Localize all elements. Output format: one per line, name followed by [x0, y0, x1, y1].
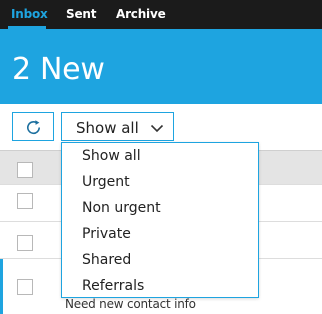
row-checkbox[interactable]: [17, 193, 33, 209]
tab-archive[interactable]: Archive: [116, 7, 166, 29]
filter-select[interactable]: Show all: [61, 112, 174, 141]
unread-indicator: [0, 259, 3, 314]
refresh-button[interactable]: [12, 112, 54, 141]
filter-selected-label: Show all: [76, 119, 139, 137]
row-checkbox[interactable]: [17, 235, 33, 251]
filter-dropdown-menu: Show all Urgent Non urgent Private Share…: [61, 142, 259, 298]
page-title: 2 New: [12, 52, 105, 87]
menu-item-referrals[interactable]: Referrals: [82, 278, 144, 302]
tab-sent[interactable]: Sent: [66, 7, 96, 29]
refresh-icon: [27, 120, 41, 135]
chevron-down-icon: [150, 124, 164, 133]
row-checkbox[interactable]: [17, 279, 33, 295]
menu-item-show-all[interactable]: Show all: [82, 148, 141, 172]
menu-item-private[interactable]: Private: [82, 226, 131, 250]
menu-item-shared[interactable]: Shared: [82, 252, 131, 276]
select-all-checkbox[interactable]: [17, 162, 33, 178]
top-nav: Inbox Sent Archive: [0, 0, 322, 29]
menu-item-non-urgent[interactable]: Non urgent: [82, 200, 161, 224]
menu-item-urgent[interactable]: Urgent: [82, 174, 130, 198]
header-banner: 2 New: [0, 29, 322, 104]
